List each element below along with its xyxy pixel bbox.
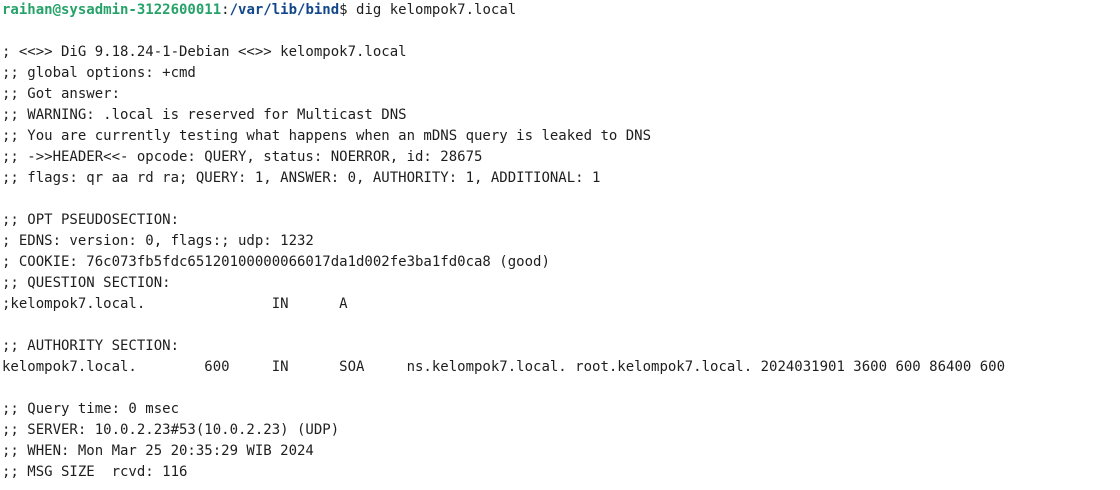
terminal-window[interactable]: raihan@sysadmin-3122600011:/var/lib/bind… (0, 0, 1120, 490)
output-line: ;; QUESTION SECTION: (2, 275, 171, 291)
output-line: ;; WHEN: Mon Mar 25 20:35:29 WIB 2024 (2, 443, 314, 459)
output-line: ;; global options: +cmd (2, 65, 196, 81)
output-line: ;; Got answer: (2, 86, 121, 102)
prompt-user-host: raihan@sysadmin-3122600011 (2, 2, 222, 18)
prompt-line: raihan@sysadmin-3122600011:/var/lib/bind… (2, 0, 1120, 21)
output-line: ; <<>> DiG 9.18.24-1-Debian <<>> kelompo… (2, 44, 407, 60)
output-line: ;kelompok7.local. IN A (2, 296, 348, 312)
typed-command: dig kelompok7.local (347, 2, 517, 18)
output-line: ;; WARNING: .local is reserved for Multi… (2, 107, 407, 123)
output-line: ;; Query time: 0 msec (2, 401, 180, 417)
output-line: ;; MSG SIZE rcvd: 116 (2, 464, 188, 480)
output-line: kelompok7.local. 600 IN SOA ns.kelompok7… (2, 359, 1006, 375)
prompt-symbol: $ (339, 2, 348, 18)
output-line: ;; You are currently testing what happen… (2, 128, 652, 144)
output-line: ;; ->>HEADER<<- opcode: QUERY, status: N… (2, 149, 483, 165)
output-line: ; EDNS: version: 0, flags:; udp: 1232 (2, 233, 314, 249)
output-line: ;; AUTHORITY SECTION: (2, 338, 180, 354)
prompt-path: /var/lib/bind (229, 2, 340, 18)
output-line: ;; OPT PSEUDOSECTION: (2, 212, 180, 228)
prompt-separator: : (221, 2, 230, 18)
output-line: ; COOKIE: 76c073fb5fdc65120100000066017d… (2, 254, 550, 270)
output-line: ;; SERVER: 10.0.2.23#53(10.0.2.23) (UDP) (2, 422, 340, 438)
output-line: ;; flags: qr aa rd ra; QUERY: 1, ANSWER:… (2, 170, 601, 186)
